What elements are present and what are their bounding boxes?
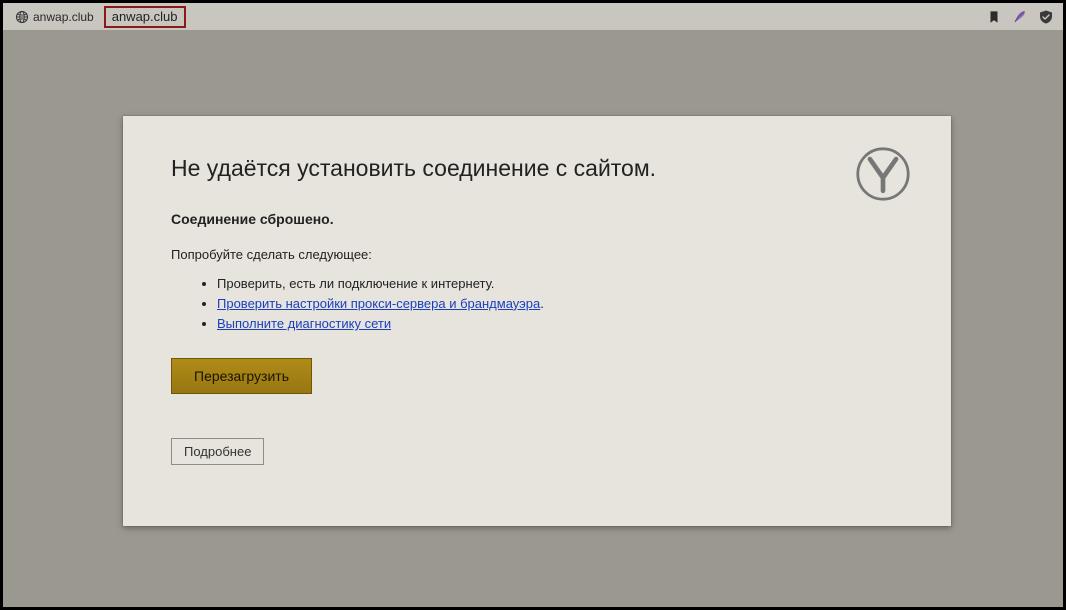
error-suggestion-list: Проверить, есть ли подключение к интерне… [217, 274, 903, 334]
list-item-text: Проверить, есть ли подключение к интерне… [217, 276, 494, 291]
yandex-logo-icon [855, 146, 911, 202]
browser-window: anwap.club anwap.club [3, 3, 1063, 607]
shield-icon[interactable] [1035, 6, 1057, 28]
bookmark-icon[interactable] [983, 6, 1005, 28]
details-button[interactable]: Подробнее [171, 438, 264, 465]
url-text: anwap.club [112, 9, 178, 24]
address-bar: anwap.club anwap.club [3, 3, 1063, 31]
list-item: Проверить, есть ли подключение к интерне… [217, 274, 903, 294]
page-viewport: Не удаётся установить соединение с сайто… [3, 31, 1063, 607]
list-item: Выполните диагностику сети [217, 314, 903, 334]
network-diagnostics-link[interactable]: Выполните диагностику сети [217, 316, 391, 331]
error-card: Не удаётся установить соединение с сайто… [123, 116, 951, 526]
proxy-firewall-link[interactable]: Проверить настройки прокси-сервера и бра… [217, 296, 540, 311]
tab-label[interactable]: anwap.club [9, 8, 100, 26]
list-item-trailing: . [540, 296, 544, 311]
error-heading: Не удаётся установить соединение с сайто… [171, 154, 903, 183]
tab-title-text: anwap.club [33, 10, 94, 24]
error-try-label: Попробуйте сделать следующее: [171, 247, 903, 262]
error-subheading: Соединение сброшено. [171, 211, 903, 227]
list-item: Проверить настройки прокси-сервера и бра… [217, 294, 903, 314]
globe-icon [15, 10, 29, 24]
feather-icon[interactable] [1009, 6, 1031, 28]
url-input[interactable]: anwap.club [104, 6, 186, 28]
reload-button[interactable]: Перезагрузить [171, 358, 312, 394]
